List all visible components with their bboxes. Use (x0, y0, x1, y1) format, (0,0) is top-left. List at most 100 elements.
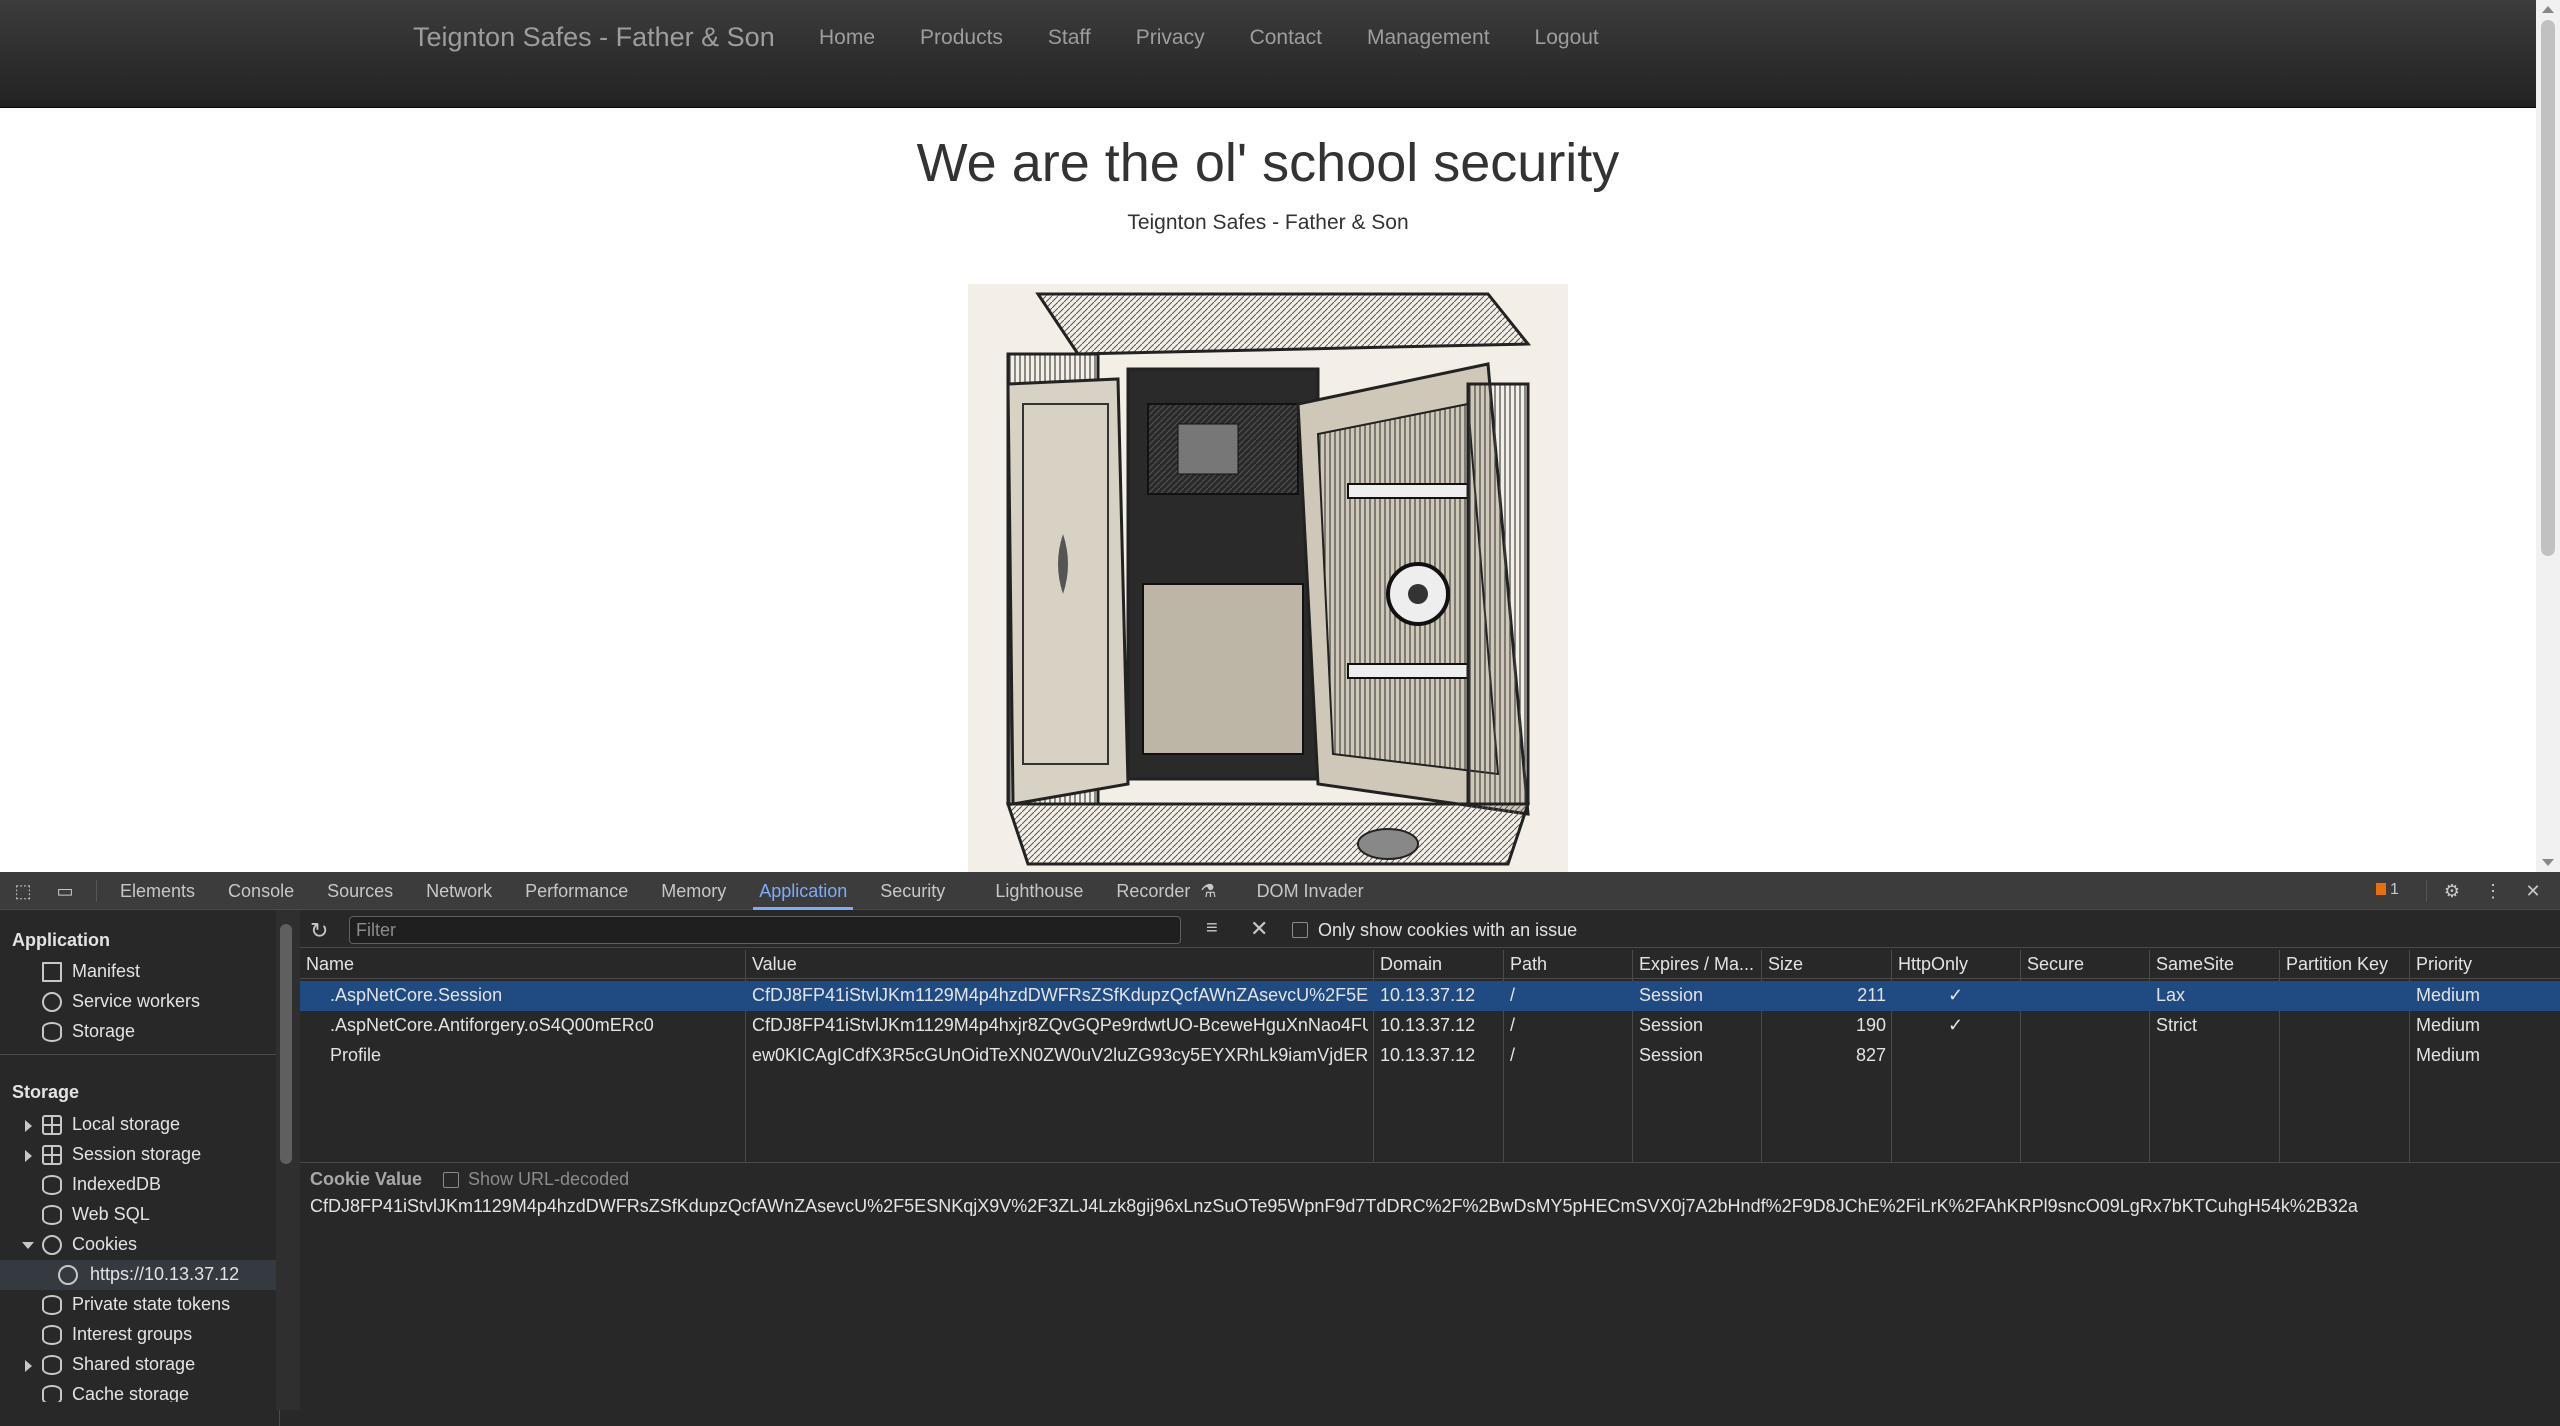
cookie-value-text[interactable]: CfDJ8FP41iStvlJKm1129M4p4hzdDWFRsZSfKdup… (310, 1196, 2358, 1217)
show-url-decoded-checkbox[interactable] (443, 1172, 459, 1188)
filter-input[interactable] (349, 916, 1181, 944)
cookie-size: 827 (1855, 1045, 1886, 1065)
tab-elements[interactable]: Elements (120, 872, 195, 910)
nav-contact[interactable]: Contact (1250, 26, 1322, 50)
nav-management[interactable]: Management (1367, 26, 1490, 50)
scroll-up-icon[interactable] (2542, 6, 2554, 13)
only-issues-checkbox[interactable] (1292, 922, 1308, 938)
sidebar-item-cache-storage[interactable]: Cache storage (0, 1380, 276, 1402)
cookie-domain: 10.13.37.12 (1380, 1015, 1476, 1035)
more-options-icon[interactable]: ⋮ (2482, 880, 2504, 902)
nav-products[interactable]: Products (920, 26, 1003, 50)
sidebar-item-service-workers[interactable]: Service workers (0, 987, 276, 1017)
column-size[interactable]: Size (1768, 954, 1803, 975)
cookie-httponly: ✓ (1948, 1015, 1964, 1035)
column-value[interactable]: Value (752, 954, 797, 975)
sidebar-item-local-storage[interactable]: Local storage (0, 1110, 276, 1140)
sidebar-item-label: Private state tokens (72, 1294, 231, 1314)
database-icon (42, 1385, 62, 1402)
hero-subtitle: Teignton Safes - Father & Son (1127, 211, 1409, 234)
column-secure[interactable]: Secure (2027, 954, 2084, 975)
table-row[interactable]: Profile ew0KICAgICdfX3R5cGUnOidTeXN0ZW0u… (300, 1041, 2560, 1071)
sidebar-vscroll-thumb[interactable] (280, 924, 292, 1164)
sidebar-section-application: Application (12, 930, 110, 950)
column-partition-key[interactable]: Partition Key (2286, 954, 2388, 975)
table-row[interactable]: .AspNetCore.Session CfDJ8FP41iStvlJKm112… (300, 981, 2560, 1011)
tab-memory[interactable]: Memory (661, 872, 726, 910)
column-path[interactable]: Path (1510, 954, 1547, 975)
tab-performance[interactable]: Performance (525, 872, 628, 910)
tab-console[interactable]: Console (228, 872, 294, 910)
sidebar-item-private-state-tokens[interactable]: Private state tokens (0, 1290, 276, 1320)
cookie-value: ew0KICAgICdfX3R5cGUnOidTeXN0ZW0uV2luZG93… (752, 1045, 1368, 1065)
delete-selected-icon[interactable]: ✕ (1250, 916, 1268, 942)
cookie-expires: Session (1639, 1045, 1704, 1065)
cookie-size: 211 (1857, 985, 1886, 1005)
column-name[interactable]: Name (306, 954, 354, 975)
cookie-priority: Medium (2416, 1015, 2481, 1035)
tab-dom-invader[interactable]: DOM Invader (1257, 872, 1364, 910)
issues-badge[interactable]: 1 (2376, 881, 2399, 899)
nav-staff[interactable]: Staff (1048, 26, 1091, 50)
sidebar-item-session-storage[interactable]: Session storage (0, 1140, 276, 1170)
scroll-down-icon[interactable] (2542, 859, 2554, 866)
sidebar-vertical-scrollbar[interactable] (276, 910, 300, 1410)
expand-arrow-icon[interactable] (25, 1120, 32, 1132)
tab-recorder[interactable]: Recorder (1116, 872, 1190, 910)
close-devtools-icon[interactable]: ✕ (2522, 880, 2544, 902)
tab-network[interactable]: Network (426, 872, 492, 910)
sidebar-item-interest-groups[interactable]: Interest groups (0, 1320, 276, 1350)
column-httponly[interactable]: HttpOnly (1898, 954, 1968, 975)
navbar: Teignton Safes - Father & Son Home Produ… (0, 0, 2536, 108)
sidebar-item-label: Interest groups (72, 1324, 193, 1344)
device-toolbar-icon[interactable]: ▭ (54, 880, 76, 902)
toolbar-divider-right (2426, 880, 2427, 902)
cookies-pane: ↻ ≡ ✕ Only show cookies with an issue Na… (300, 910, 2560, 1426)
inspect-element-icon[interactable]: ⬚ (12, 880, 34, 902)
show-url-decoded-label: Show URL-decoded (468, 1169, 630, 1189)
nav-privacy[interactable]: Privacy (1136, 26, 1205, 50)
sidebar-item-label: Web SQL (72, 1204, 150, 1224)
sidebar-item-label: Manifest (72, 961, 141, 981)
hero-title: We are the ol' school security (916, 133, 1620, 193)
file-icon (42, 962, 62, 982)
sidebar-item-indexeddb[interactable]: IndexedDB (0, 1170, 276, 1200)
sidebar-item-storage[interactable]: Storage (0, 1017, 276, 1047)
cookie-priority: Medium (2416, 1045, 2481, 1065)
expand-arrow-icon[interactable] (25, 1360, 32, 1372)
tab-application[interactable]: Application (753, 872, 854, 910)
table-row[interactable]: .AspNetCore.Antiforgery.oS4Q00mERc0 CfDJ… (300, 1011, 2560, 1041)
sidebar-item-shared-storage[interactable]: Shared storage (0, 1350, 276, 1380)
gear-icon (42, 992, 62, 1012)
tab-sources[interactable]: Sources (327, 872, 393, 910)
tab-security[interactable]: Security (880, 872, 945, 910)
sidebar-item-web-sql[interactable]: Web SQL (0, 1200, 276, 1230)
column-expires[interactable]: Expires / Ma... (1639, 954, 1754, 975)
sidebar-item-cookies[interactable]: Cookies (0, 1230, 276, 1260)
cookie-value-header: Cookie Value Show URL-decoded (300, 1162, 2560, 1192)
sidebar-item-manifest[interactable]: Manifest (0, 957, 276, 987)
column-priority[interactable]: Priority (2416, 954, 2472, 975)
cookie-size: 190 (1855, 1015, 1886, 1035)
collapse-arrow-icon[interactable] (22, 1242, 34, 1249)
application-sidebar: Application Manifest Service workers Sto… (0, 910, 280, 1426)
database-icon (42, 1175, 62, 1195)
tab-lighthouse[interactable]: Lighthouse (995, 872, 1083, 910)
brand-link[interactable]: Teignton Safes - Father & Son (413, 22, 775, 53)
sidebar-item-cookie-origin[interactable]: https://10.13.37.12 (0, 1260, 276, 1290)
database-icon (42, 1022, 62, 1042)
issues-count: 1 (2390, 881, 2399, 898)
settings-gear-icon[interactable]: ⚙ (2441, 880, 2463, 902)
column-samesite[interactable]: SameSite (2156, 954, 2234, 975)
page-scrollbar-track[interactable] (2536, 0, 2560, 872)
sidebar-divider (0, 1054, 276, 1055)
scroll-thumb[interactable] (2541, 20, 2555, 556)
expand-arrow-icon[interactable] (25, 1150, 32, 1162)
nav-logout[interactable]: Logout (1535, 26, 1599, 50)
cookie-value: CfDJ8FP41iStvlJKm1129M4p4hzdDWFRsZSfKdup… (752, 985, 1368, 1005)
column-domain[interactable]: Domain (1380, 954, 1442, 975)
sidebar-item-label: Cookies (72, 1234, 138, 1254)
clear-filtered-cookies-icon[interactable]: ≡ (1206, 917, 1218, 940)
nav-home[interactable]: Home (819, 26, 875, 50)
refresh-icon[interactable]: ↻ (310, 918, 328, 944)
